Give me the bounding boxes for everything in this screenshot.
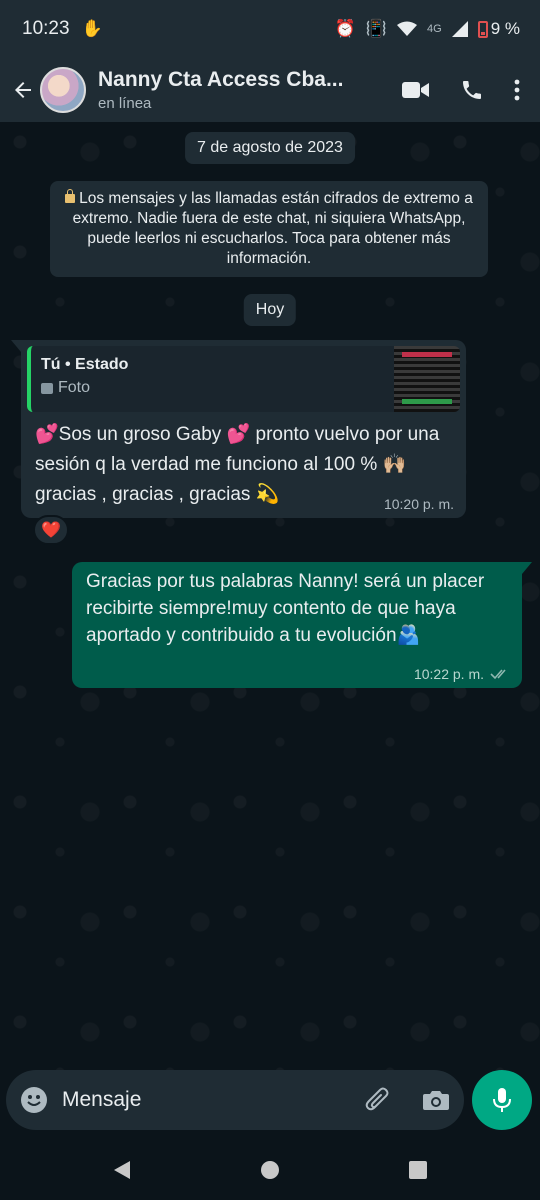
mic-button[interactable]: [472, 1070, 532, 1130]
outgoing-message[interactable]: Gracias por tus palabras Nanny! será un …: [72, 562, 522, 688]
contact-name: Nanny Cta Access Cba...: [98, 68, 344, 91]
attach-icon[interactable]: [364, 1086, 392, 1114]
status-time: 10:23: [22, 18, 70, 39]
composer-actions: [364, 1086, 450, 1114]
network-label: 4G: [427, 23, 442, 35]
battery-indicator: 9 %: [477, 19, 520, 39]
nav-recents-icon[interactable]: [408, 1160, 428, 1180]
battery-icon: [477, 21, 488, 39]
reaction-badge[interactable]: ❤️: [33, 515, 69, 545]
mic-icon: [493, 1088, 511, 1112]
status-bar: 10:23 ✋ ⏰ 📳 4G 9 %: [0, 0, 540, 58]
avatar[interactable]: [40, 67, 86, 113]
wifi-icon: [397, 21, 418, 36]
incoming-bubble-tail: [11, 340, 21, 352]
signal-icon: [451, 21, 468, 37]
incoming-message-meta: 10:20 p. m.: [384, 496, 454, 512]
nav-back-icon[interactable]: [112, 1159, 132, 1181]
outgoing-bubble-tail: [522, 562, 532, 574]
status-thumbnail: [394, 346, 460, 412]
encryption-notice[interactable]: Los mensajes y las llamadas están cifrad…: [50, 181, 488, 277]
incoming-message[interactable]: Tú • Estado Foto 💕Sos un groso Gaby 💕 pr…: [21, 340, 466, 518]
outgoing-message-meta: 10:22 p. m.: [414, 666, 510, 682]
emoji-icon[interactable]: [20, 1086, 48, 1114]
heart-reaction-icon: ❤️: [41, 522, 61, 539]
back-arrow-icon[interactable]: [10, 77, 36, 103]
phone-icon[interactable]: [460, 78, 484, 102]
navigation-bar: [0, 1140, 540, 1200]
quote-content: Tú • Estado Foto: [41, 350, 394, 408]
read-checks-icon: [490, 669, 506, 680]
alarm-icon: ⏰: [334, 19, 356, 38]
incoming-message-time: 10:20 p. m.: [383, 496, 454, 512]
message-composer[interactable]: Mensaje: [6, 1070, 464, 1130]
quote-author: Tú • Estado: [41, 356, 129, 373]
today-label: Hoy: [243, 294, 297, 326]
outgoing-message-text: Gracias por tus palabras Nanny! será un …: [86, 571, 485, 646]
battery-level: 9 %: [490, 19, 520, 38]
outgoing-message-time: 10:22 p. m.: [413, 666, 484, 682]
image-icon: [41, 382, 53, 394]
status-icons: ⏰ 📳 4G 9 %: [335, 19, 520, 39]
quote-type: Foto: [41, 379, 394, 397]
vibrate-icon: 📳: [365, 19, 388, 38]
nav-home-icon[interactable]: [260, 1160, 280, 1180]
quoted-status[interactable]: Tú • Estado Foto: [27, 346, 460, 412]
encryption-notice-text: Los mensajes y las llamadas están cifrad…: [72, 190, 473, 267]
camera-icon[interactable]: [422, 1088, 450, 1112]
chat-area[interactable]: 7 de agosto de 2023 Los mensajes y las l…: [0, 122, 540, 1070]
chat-header: Nanny Cta Access Cba... en línea: [0, 58, 540, 122]
video-call-icon[interactable]: [402, 80, 430, 100]
quote-type-label: Foto: [58, 379, 91, 396]
header-actions: [402, 78, 520, 102]
contact-info[interactable]: Nanny Cta Access Cba... en línea: [98, 68, 384, 112]
message-input[interactable]: Mensaje: [62, 1088, 364, 1112]
date-label: 7 de agosto de 2023: [185, 132, 355, 164]
lock-icon: [65, 189, 76, 203]
hand-icon: ✋: [81, 19, 103, 38]
contact-status: en línea: [98, 95, 152, 112]
more-vert-icon[interactable]: [514, 78, 520, 102]
